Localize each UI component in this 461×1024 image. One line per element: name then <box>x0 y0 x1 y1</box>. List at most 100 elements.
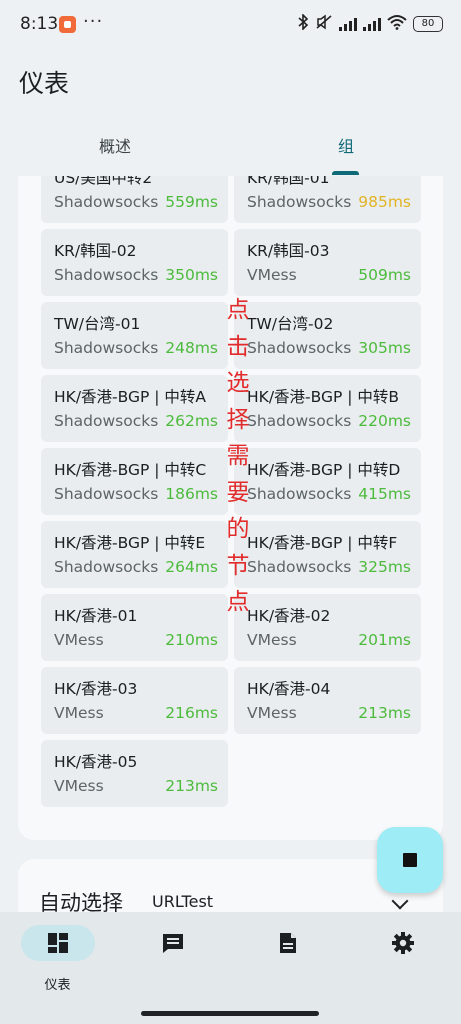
node-delay: 213ms <box>358 704 411 722</box>
nav-item-logs[interactable] <box>115 912 230 1007</box>
node-name: KR/韩国-01 <box>247 176 330 187</box>
node-name: KR/韩国-02 <box>54 242 137 260</box>
nav-item-dashboard[interactable]: 仪表 <box>0 912 115 1007</box>
node-delay: 220ms <box>358 412 411 430</box>
proxy-node[interactable]: HK/香港-01 VMess 210ms <box>41 594 228 661</box>
annotation-text: 点击选择需要的节点 <box>226 297 250 615</box>
node-protocol: Shadowsocks <box>54 412 159 430</box>
tab-bar: 概述 组 <box>0 122 461 176</box>
node-name: HK/香港-BGP | 中转E <box>54 534 206 552</box>
node-name: HK/香港-BGP | 中转D <box>247 461 401 479</box>
nav-item-settings[interactable] <box>345 912 460 1007</box>
tab-indicator <box>332 171 359 175</box>
node-name: HK/香港-01 <box>54 607 138 625</box>
node-name: KR/韩国-03 <box>247 242 330 260</box>
status-bar: 8:13 ··· 80 <box>0 0 461 50</box>
node-delay: 262ms <box>165 412 218 430</box>
proxy-node[interactable]: HK/香港-05 VMess 213ms <box>41 740 228 807</box>
proxy-node[interactable]: KR/韩国-02 Shadowsocks 350ms <box>41 229 228 296</box>
signal-hd-icon <box>339 17 357 31</box>
battery-icon: 80 <box>413 16 443 32</box>
tab-overview[interactable]: 概述 <box>0 122 230 176</box>
status-icons: 80 <box>297 13 443 34</box>
node-name: HK/香港-05 <box>54 753 138 771</box>
node-protocol: Shadowsocks <box>247 558 352 576</box>
node-delay: 186ms <box>165 485 218 503</box>
status-time: 8:13 <box>20 14 59 34</box>
message-icon <box>161 931 185 955</box>
proxy-node[interactable]: HK/香港-03 VMess 216ms <box>41 667 228 734</box>
signal-hd-icon <box>363 17 381 31</box>
node-delay: 248ms <box>165 339 218 357</box>
node-protocol: Shadowsocks <box>54 266 159 284</box>
node-delay: 305ms <box>358 339 411 357</box>
node-name: HK/香港-BGP | 中转A <box>54 388 207 406</box>
node-protocol: VMess <box>247 704 297 722</box>
proxy-node[interactable]: HK/香港-04 VMess 213ms <box>234 667 421 734</box>
node-delay: 264ms <box>165 558 218 576</box>
node-name: HK/香港-03 <box>54 680 138 698</box>
node-protocol: Shadowsocks <box>247 193 352 211</box>
node-protocol: Shadowsocks <box>54 339 159 357</box>
proxy-node[interactable]: HK/香港-BGP | 中转A Shadowsocks 262ms <box>41 375 228 442</box>
node-name: HK/香港-BGP | 中转C <box>54 461 207 479</box>
node-protocol: VMess <box>247 631 297 649</box>
stop-button[interactable] <box>377 827 443 893</box>
node-name: US/美国中转2 <box>54 176 153 187</box>
node-delay: 509ms <box>358 266 411 284</box>
chevron-down-icon[interactable] <box>391 892 409 910</box>
node-delay: 216ms <box>165 704 218 722</box>
proxy-node[interactable]: HK/香港-BGP | 中转B Shadowsocks 220ms <box>234 375 421 442</box>
bottom-nav: 仪表 <box>0 912 461 1024</box>
dashboard-icon <box>46 931 70 955</box>
proxy-node[interactable]: US/美国中转2 Shadowsocks 559ms <box>41 176 228 223</box>
node-protocol: Shadowsocks <box>247 412 352 430</box>
node-name: TW/台湾-02 <box>247 315 334 333</box>
node-delay: 350ms <box>165 266 218 284</box>
node-protocol: VMess <box>54 777 104 795</box>
more-notifications-icon: ··· <box>83 11 104 32</box>
node-name: HK/香港-04 <box>247 680 331 698</box>
page-title: 仪表 <box>19 69 70 98</box>
tab-groups[interactable]: 组 <box>231 122 461 176</box>
home-indicator <box>141 1011 319 1016</box>
node-protocol: VMess <box>247 266 297 284</box>
node-protocol: Shadowsocks <box>54 485 159 503</box>
node-protocol: VMess <box>54 704 104 722</box>
node-delay: 213ms <box>165 777 218 795</box>
document-icon <box>276 931 300 955</box>
node-name: HK/香港-02 <box>247 607 331 625</box>
node-delay: 325ms <box>358 558 411 576</box>
proxy-node[interactable]: TW/台湾-02 Shadowsocks 305ms <box>234 302 421 369</box>
gear-icon <box>391 931 415 955</box>
node-protocol: Shadowsocks <box>54 558 159 576</box>
nav-item-profiles[interactable] <box>230 912 345 1007</box>
mute-icon <box>315 14 333 34</box>
proxy-node[interactable]: TW/台湾-01 Shadowsocks 248ms <box>41 302 228 369</box>
node-delay: 210ms <box>165 631 218 649</box>
nav-label-dashboard: 仪表 <box>44 978 71 993</box>
node-protocol: Shadowsocks <box>247 339 352 357</box>
node-protocol: Shadowsocks <box>54 193 159 211</box>
node-protocol: VMess <box>54 631 104 649</box>
proxy-node[interactable]: HK/香港-02 VMess 201ms <box>234 594 421 661</box>
node-protocol: Shadowsocks <box>247 485 352 503</box>
proxy-node[interactable]: HK/香港-BGP | 中转F Shadowsocks 325ms <box>234 521 421 588</box>
node-delay: 415ms <box>358 485 411 503</box>
group-name: 自动选择 <box>39 891 123 912</box>
proxy-node[interactable]: HK/香港-BGP | 中转E Shadowsocks 264ms <box>41 521 228 588</box>
proxy-node[interactable]: KR/韩国-01 Shadowsocks 985ms <box>234 176 421 223</box>
proxy-node[interactable]: KR/韩国-03 VMess 509ms <box>234 229 421 296</box>
app-notification-icon <box>59 16 76 33</box>
wifi-icon <box>387 14 407 34</box>
proxy-node[interactable]: HK/香港-BGP | 中转D Shadowsocks 415ms <box>234 448 421 515</box>
node-name: TW/台湾-01 <box>54 315 141 333</box>
bluetooth-icon <box>297 13 309 34</box>
node-name: HK/香港-BGP | 中转B <box>247 388 400 406</box>
node-delay: 559ms <box>165 193 218 211</box>
node-delay: 985ms <box>358 193 411 211</box>
node-name: HK/香港-BGP | 中转F <box>247 534 398 552</box>
proxy-node[interactable]: HK/香港-BGP | 中转C Shadowsocks 186ms <box>41 448 228 515</box>
group-type: URLTest <box>152 892 214 911</box>
stop-icon <box>403 853 417 867</box>
